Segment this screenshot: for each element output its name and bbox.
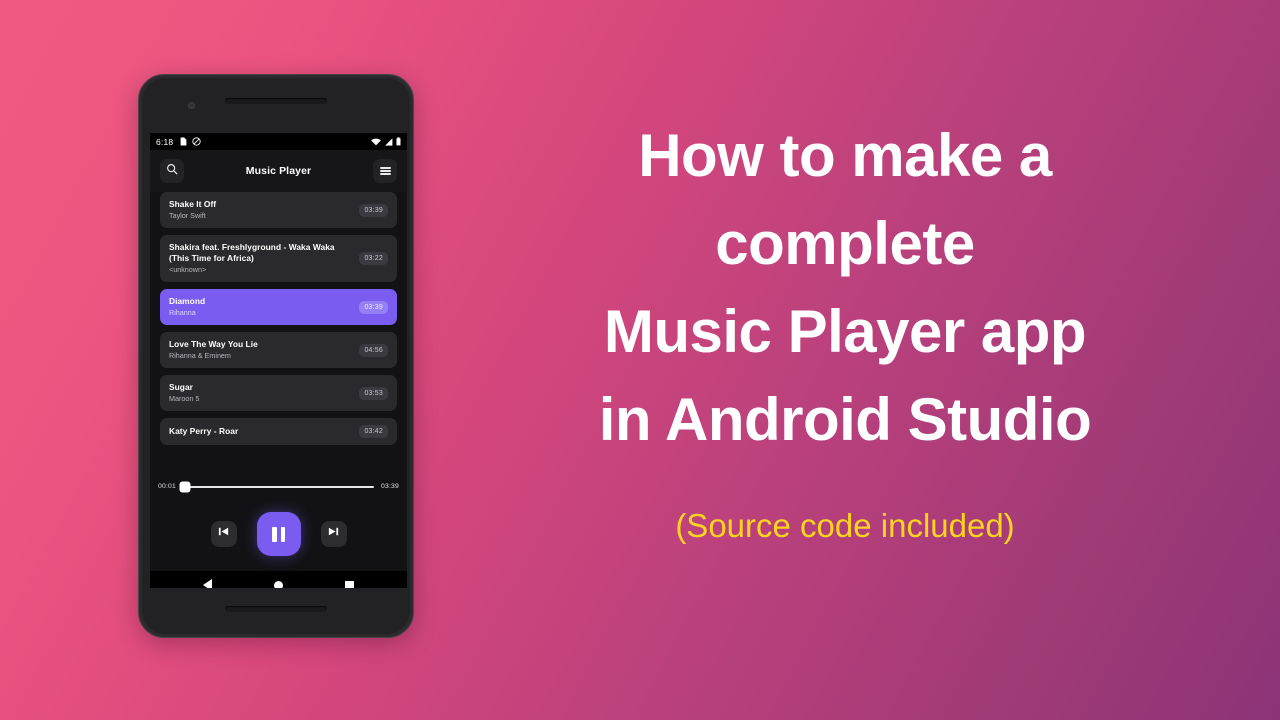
app-bar: Music Player xyxy=(150,150,407,192)
song-title: Shakira feat. Freshlyground - Waka Waka … xyxy=(169,242,335,263)
song-artist: Taylor Swift xyxy=(169,211,206,220)
song-list-item[interactable]: Shake It Off Taylor Swift 03:39 xyxy=(160,192,397,228)
status-bar: 6:18 xyxy=(150,133,407,150)
total-time: 03:39 xyxy=(380,483,399,490)
headline-line-1: How to make a xyxy=(638,122,1052,189)
song-info: Love The Way You Lie Rihanna & Eminem xyxy=(169,339,359,361)
song-title: Shake It Off xyxy=(169,199,217,209)
hamburger-menu-icon xyxy=(379,166,391,177)
song-info: Diamond Rihanna xyxy=(169,296,359,318)
song-info: Katy Perry - Roar xyxy=(169,426,359,438)
song-list-item-selected[interactable]: Diamond Rihanna 03:39 xyxy=(160,289,397,325)
recents-button-icon[interactable] xyxy=(345,580,354,588)
front-camera-icon xyxy=(188,102,195,109)
bottom-speaker-grille xyxy=(225,606,327,612)
status-bar-right-icons xyxy=(371,137,401,146)
song-artist: <unknown> xyxy=(169,265,207,274)
promo-text-block: How to make a complete Music Player app … xyxy=(520,112,1170,546)
menu-button[interactable] xyxy=(373,159,397,183)
promo-subtitle: (Source code included) xyxy=(675,507,1015,544)
do-not-disturb-icon xyxy=(192,137,201,146)
next-track-button[interactable] xyxy=(320,521,347,547)
headline-line-4: in Android Studio xyxy=(598,386,1092,453)
next-track-icon xyxy=(327,525,340,543)
song-artist: Maroon 5 xyxy=(169,394,200,403)
home-button-icon[interactable] xyxy=(274,580,284,588)
song-title: Diamond xyxy=(169,296,206,306)
pause-icon xyxy=(272,526,285,542)
phone-body: 6:18 Music Player Shake It Off Taylor Sw… xyxy=(142,78,410,634)
headline-line-2: complete xyxy=(715,210,975,277)
android-navigation-bar xyxy=(150,571,407,588)
song-artist: Rihanna xyxy=(169,308,196,317)
video-thumbnail-canvas: 6:18 Music Player Shake It Off Taylor Sw… xyxy=(0,0,1280,720)
song-list-item[interactable]: Love The Way You Lie Rihanna & Eminem 04… xyxy=(160,332,397,368)
song-artist: Rihanna & Eminem xyxy=(169,351,231,360)
seek-bar-area[interactable]: 00:01 03:39 xyxy=(150,478,407,497)
headline-line-3: Music Player app xyxy=(603,298,1087,365)
sim-card-icon xyxy=(180,137,187,146)
previous-track-button[interactable] xyxy=(210,521,237,547)
song-info: Shake It Off Taylor Swift xyxy=(169,199,359,221)
song-title: Love The Way You Lie xyxy=(169,339,258,349)
cellular-signal-icon xyxy=(384,137,393,146)
seek-bar-thumb[interactable] xyxy=(179,481,191,492)
song-info: Shakira feat. Freshlyground - Waka Waka … xyxy=(169,242,359,275)
song-title: Sugar xyxy=(169,382,193,392)
earpiece-speaker-grille xyxy=(225,98,327,104)
song-duration-badge: 03:39 xyxy=(359,300,388,314)
song-list[interactable]: Shake It Off Taylor Swift 03:39 Shakira … xyxy=(150,192,407,497)
search-icon xyxy=(166,162,178,180)
song-list-item[interactable]: Sugar Maroon 5 03:53 xyxy=(160,375,397,411)
elapsed-time: 00:01 xyxy=(158,483,177,490)
search-button[interactable] xyxy=(160,159,184,183)
wifi-icon xyxy=(371,138,381,146)
battery-icon xyxy=(396,137,401,146)
previous-track-icon xyxy=(217,525,230,543)
back-button-icon[interactable] xyxy=(203,579,213,588)
app-title: Music Player xyxy=(245,165,312,177)
song-duration-badge: 03:42 xyxy=(359,425,388,438)
song-list-item[interactable]: Shakira feat. Freshlyground - Waka Waka … xyxy=(160,235,397,282)
song-duration-badge: 04:56 xyxy=(359,343,388,357)
song-list-item[interactable]: Katy Perry - Roar 03:42 xyxy=(160,418,397,445)
song-duration-badge: 03:22 xyxy=(359,252,388,265)
song-duration-badge: 03:39 xyxy=(359,203,388,217)
player-controls xyxy=(150,497,407,571)
status-bar-left-icons xyxy=(180,137,201,146)
phone-mockup: 6:18 Music Player Shake It Off Taylor Sw… xyxy=(138,74,414,638)
phone-screen: 6:18 Music Player Shake It Off Taylor Sw… xyxy=(150,133,407,588)
play-pause-button[interactable] xyxy=(256,512,301,556)
song-info: Sugar Maroon 5 xyxy=(169,382,359,404)
song-title: Katy Perry - Roar xyxy=(169,425,239,436)
seek-bar-track[interactable] xyxy=(179,481,374,492)
status-bar-clock: 6:18 xyxy=(156,136,174,147)
song-duration-badge: 03:53 xyxy=(359,386,388,400)
